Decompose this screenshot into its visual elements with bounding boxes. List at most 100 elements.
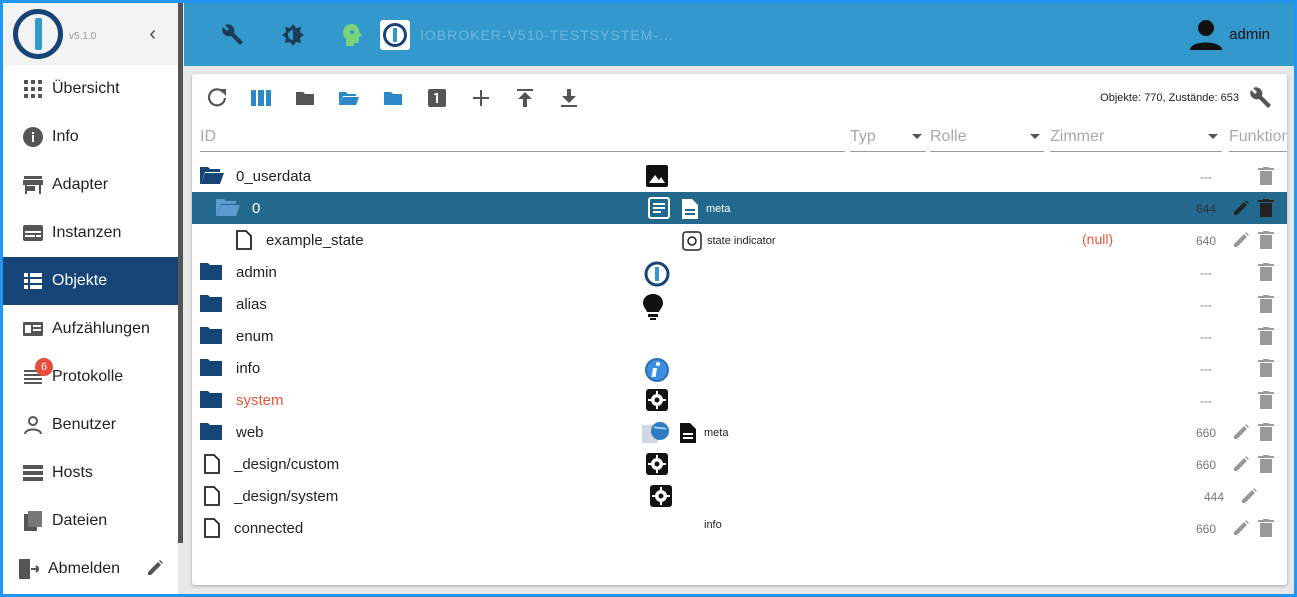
sidebar-item-uebersicht[interactable]: Übersicht: [3, 65, 178, 113]
gear-icon: [646, 453, 668, 480]
info-circle-icon: [23, 127, 43, 147]
object-name: info: [236, 360, 261, 377]
sidebar-item-info[interactable]: Info: [3, 113, 178, 161]
store-icon: [23, 175, 43, 195]
table-row[interactable]: web meta 660: [192, 416, 1287, 448]
folder-open-icon[interactable]: [216, 198, 240, 221]
sidebar-item-label: Info: [52, 128, 79, 145]
table-row[interactable]: _design/custom 660: [192, 448, 1287, 480]
role-filter-select[interactable]: Rolle: [930, 122, 1044, 152]
object-role: info: [704, 519, 722, 531]
folder-collapse-icon[interactable]: [382, 87, 404, 109]
theme-brightness-icon[interactable]: [280, 22, 306, 48]
download-icon[interactable]: [558, 87, 580, 109]
object-acl: ---: [1200, 362, 1212, 376]
sidebar-item-aufzaehlungen[interactable]: Aufzählungen: [3, 305, 178, 353]
user-name: admin: [1229, 26, 1270, 43]
file-icon: [236, 230, 252, 255]
trash-icon[interactable]: [1258, 519, 1274, 542]
user-menu[interactable]: admin: [1189, 18, 1270, 52]
sidebar-item-label: Aufzählungen: [52, 320, 150, 337]
trash-icon[interactable]: [1258, 199, 1274, 222]
upload-icon[interactable]: [514, 87, 536, 109]
refresh-icon[interactable]: [206, 87, 228, 109]
folder-open-icon[interactable]: [338, 87, 360, 109]
host-name[interactable]: IOBROKER-V510-TESTSYSTEM-...: [420, 27, 674, 43]
chevron-left-icon[interactable]: ‹: [149, 23, 156, 46]
chevron-down-icon: [912, 134, 922, 139]
folder-icon[interactable]: [200, 294, 222, 317]
folder-icon[interactable]: [200, 358, 222, 381]
trash-icon[interactable]: [1258, 455, 1274, 478]
object-name: admin: [236, 264, 277, 281]
folder-icon[interactable]: [200, 422, 222, 445]
sidebar-item-adapter[interactable]: Adapter: [3, 161, 178, 209]
trash-icon[interactable]: [1258, 327, 1274, 350]
object-acl: 444: [1204, 490, 1225, 504]
table-row[interactable]: admin ---: [192, 256, 1287, 288]
pencil-icon[interactable]: [1232, 423, 1250, 446]
add-icon[interactable]: [470, 87, 492, 109]
folder-icon[interactable]: [200, 390, 222, 413]
id-filter-input[interactable]: ID: [200, 122, 845, 152]
pencil-icon[interactable]: [1240, 487, 1258, 510]
table-row[interactable]: example_state state indicator (null) 640: [192, 224, 1287, 256]
table-row[interactable]: connected info 660: [192, 512, 1287, 544]
table-row[interactable]: alias ---: [192, 288, 1287, 320]
trash-icon[interactable]: [1258, 423, 1274, 446]
object-role-label: state indicator: [707, 235, 776, 247]
object-name: alias: [236, 296, 267, 313]
sidebar-item-abmelden[interactable]: Abmelden: [3, 545, 178, 593]
pencil-icon[interactable]: [1232, 231, 1250, 254]
trash-icon[interactable]: [1258, 167, 1274, 190]
object-role-label: meta: [706, 203, 731, 215]
table-row[interactable]: 0 meta 644: [192, 192, 1287, 224]
iobroker-logo: [13, 9, 63, 59]
sidebar-item-hosts[interactable]: Hosts: [3, 449, 178, 497]
sidebar-item-protokolle[interactable]: 6 Protokolle: [3, 353, 178, 401]
pencil-icon[interactable]: [1232, 199, 1250, 222]
table-row[interactable]: _design/system 444: [192, 480, 1287, 512]
table-row[interactable]: 0_userdata ---: [192, 160, 1287, 192]
notes-icon: [648, 197, 670, 224]
version-label: v5.1.0: [69, 30, 97, 42]
folder-icon[interactable]: [200, 262, 222, 285]
table-row[interactable]: system ---: [192, 384, 1287, 416]
trash-icon[interactable]: [1258, 231, 1274, 254]
wrench-icon[interactable]: [220, 22, 246, 48]
room-filter-select[interactable]: Zimmer: [1050, 122, 1222, 152]
pencil-icon[interactable]: [146, 559, 164, 582]
type-filter-label: Typ: [850, 128, 876, 145]
chevron-down-icon: [1030, 134, 1040, 139]
sidebar-scrollbar[interactable]: [178, 3, 183, 543]
table-row[interactable]: enum ---: [192, 320, 1287, 352]
sidebar-item-benutzer[interactable]: Benutzer: [3, 401, 178, 449]
sidebar-item-dateien[interactable]: Dateien: [3, 497, 178, 545]
sidebar-item-objekte[interactable]: Objekte: [3, 257, 178, 305]
columns-icon[interactable]: [250, 87, 272, 109]
type-filter-select[interactable]: Typ: [850, 122, 926, 152]
trash-icon[interactable]: [1258, 263, 1274, 286]
state-indicator-icon: [682, 231, 702, 251]
sidebar-item-instanzen[interactable]: Instanzen: [3, 209, 178, 257]
pencil-icon[interactable]: [1232, 455, 1250, 478]
expert-mode-icon[interactable]: [340, 22, 366, 48]
wrench-icon[interactable]: [1249, 86, 1273, 115]
pencil-icon[interactable]: [1232, 519, 1250, 542]
app-bar: IOBROKER-V510-TESTSYSTEM-... admin: [184, 3, 1294, 66]
sidebar-item-label: Abmelden: [48, 560, 121, 577]
folder-icon[interactable]: [200, 326, 222, 349]
trash-icon[interactable]: [1258, 295, 1274, 318]
document-icon: [680, 423, 696, 443]
function-filter-select[interactable]: Funktion: [1229, 122, 1287, 152]
object-value[interactable]: (null): [1082, 231, 1113, 247]
trash-icon[interactable]: [1258, 391, 1274, 414]
folder-open-icon[interactable]: [200, 166, 224, 189]
number-one-icon[interactable]: [426, 87, 448, 109]
object-acl: 660: [1196, 522, 1217, 536]
file-icon: [204, 518, 220, 543]
files-icon: [23, 511, 43, 531]
trash-icon[interactable]: [1258, 359, 1274, 382]
folder-icon[interactable]: [294, 87, 316, 109]
table-row[interactable]: info ---: [192, 352, 1287, 384]
